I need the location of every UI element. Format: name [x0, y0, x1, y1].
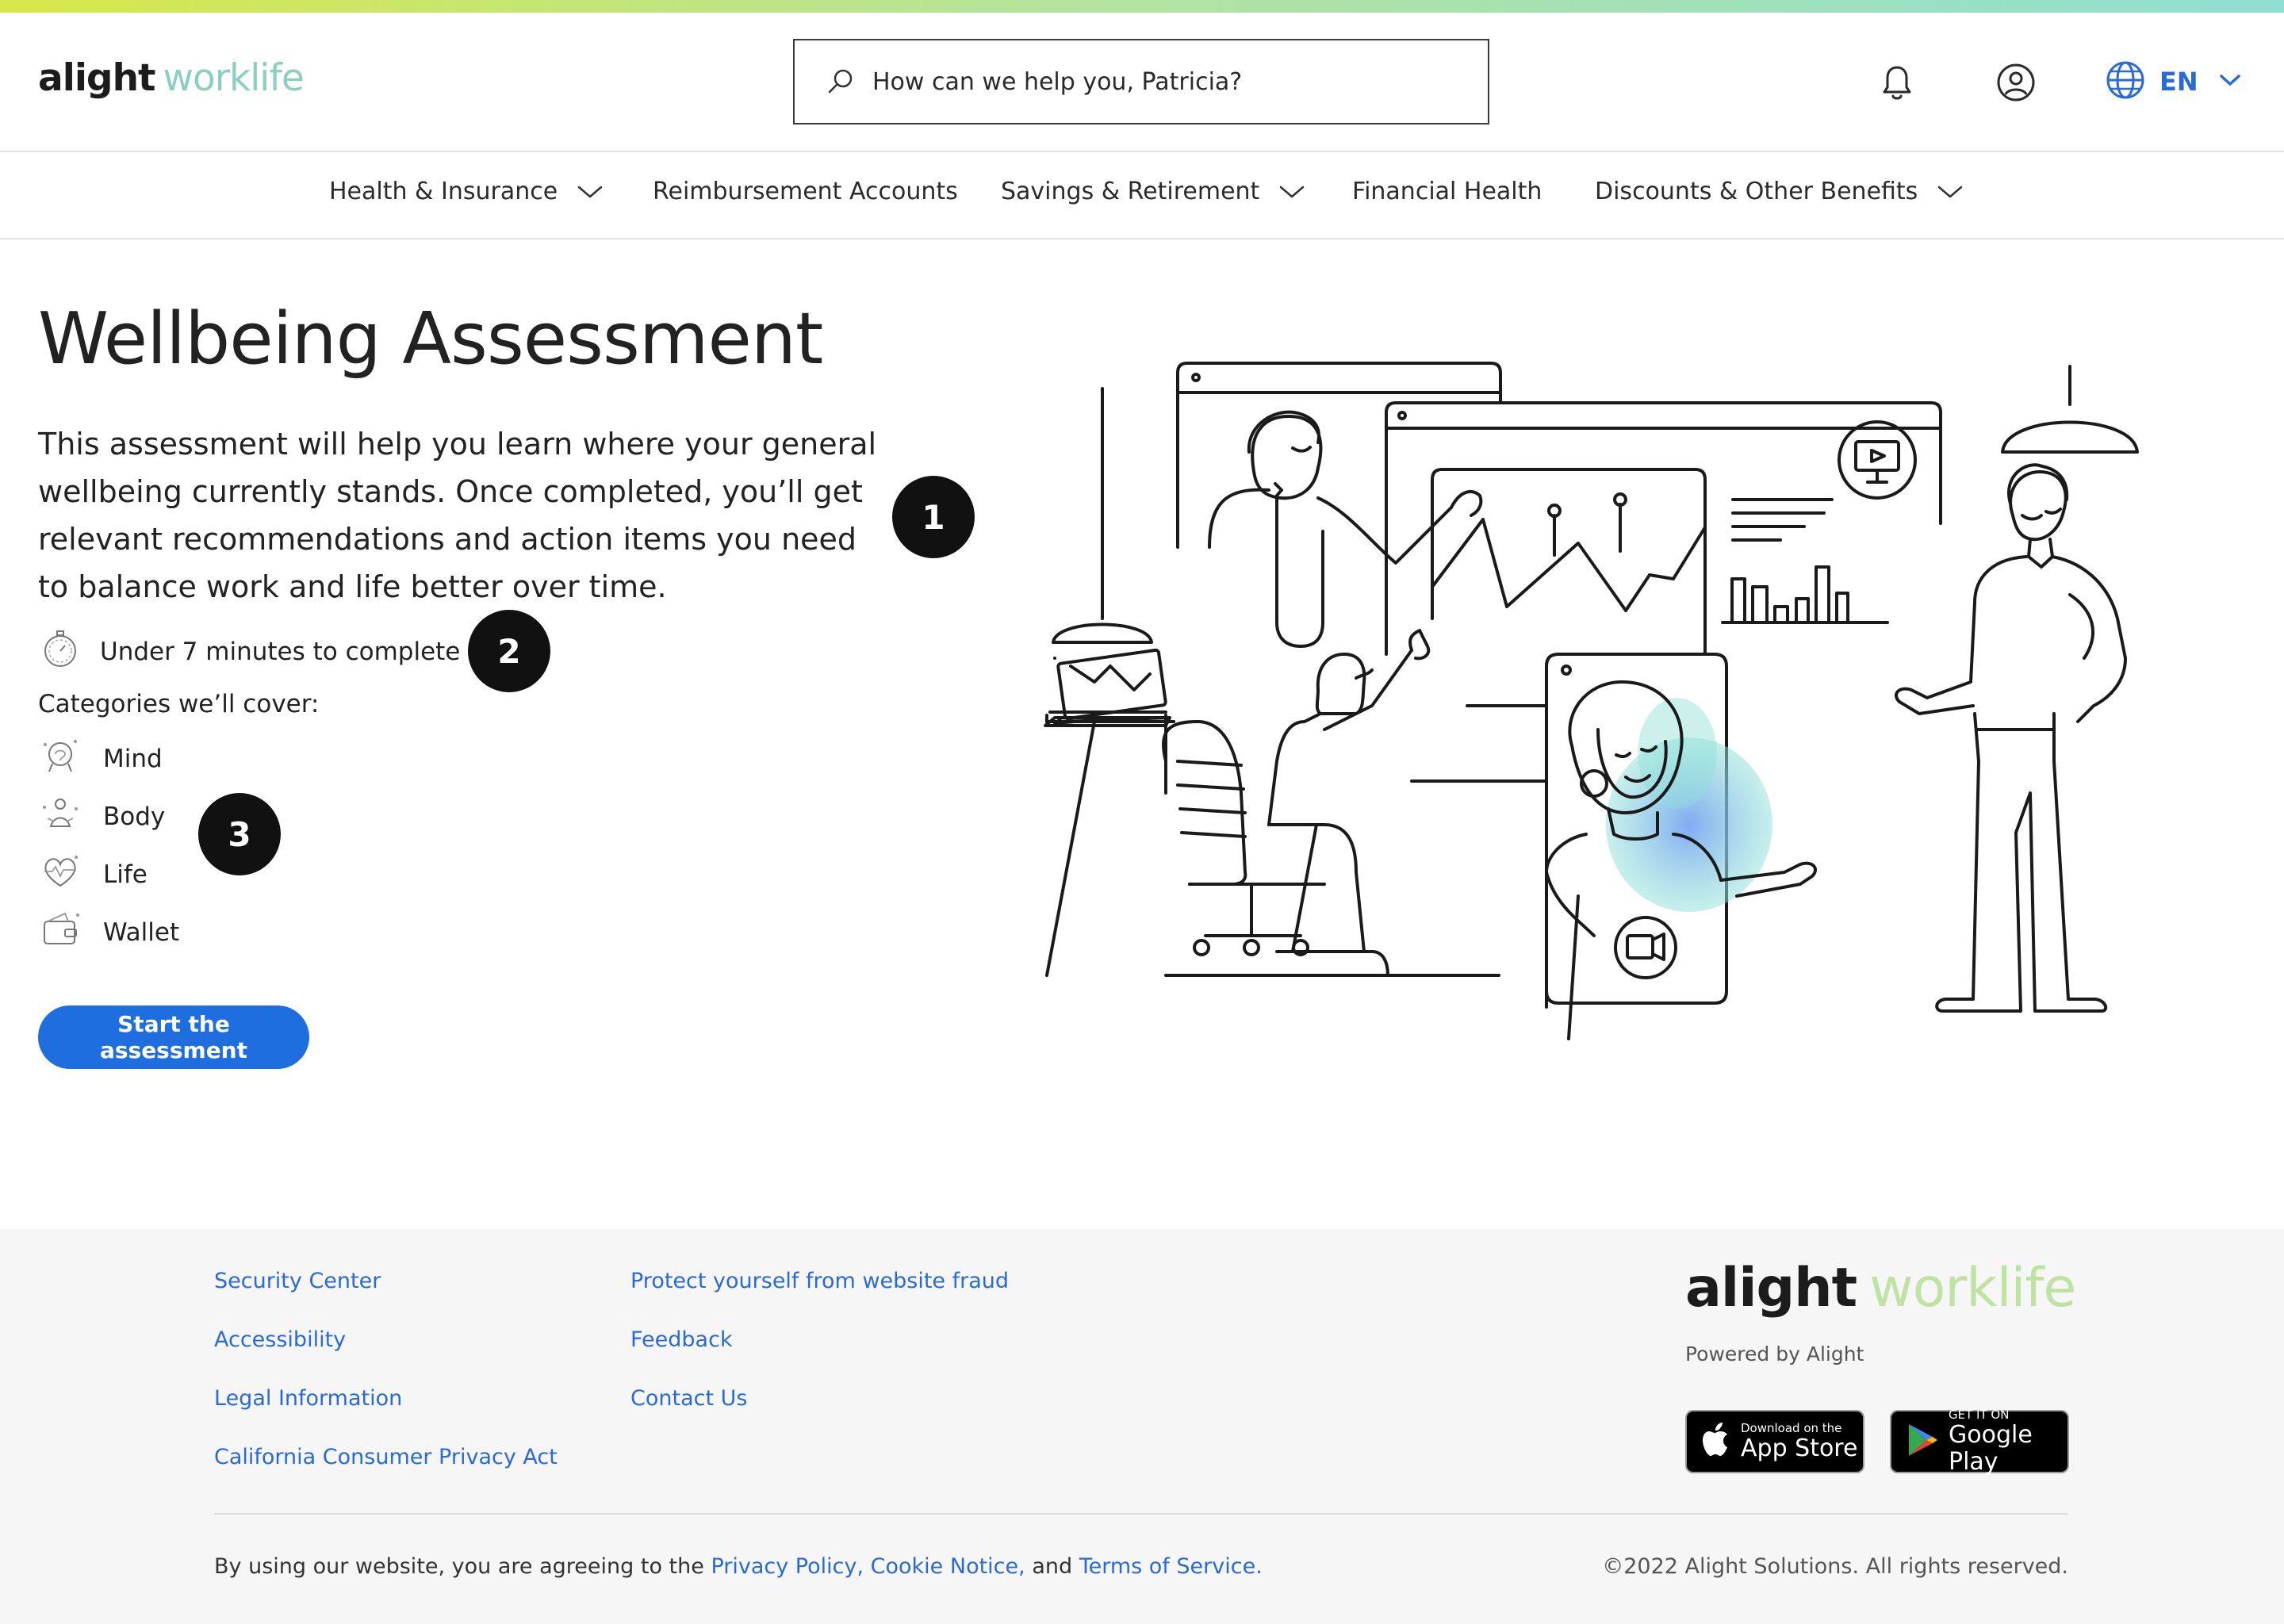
wallet-icon [38, 907, 82, 958]
stopwatch-icon [38, 626, 82, 677]
category-label: Mind [103, 745, 163, 773]
nav-label: Health & Insurance [329, 178, 558, 205]
body-icon [38, 791, 82, 842]
copyright-text: ©2022 Alight Solutions. All rights reser… [1602, 1554, 2068, 1579]
google-play-small-text: GET IT ON [1949, 1408, 2010, 1422]
user-account-icon[interactable] [1995, 60, 2037, 105]
chevron-down-icon [1938, 186, 1963, 197]
google-play-big-text: Google Play [1949, 1421, 2033, 1476]
bell-icon[interactable] [1876, 60, 1918, 105]
google-play-icon [1907, 1423, 1939, 1461]
footer-logo-worklife: worklife [1869, 1257, 2076, 1320]
language-label: EN [2159, 67, 2198, 97]
duration-text: Under 7 minutes to complete [100, 638, 461, 666]
chevron-down-icon [577, 186, 603, 197]
language-selector[interactable]: EN [2106, 59, 2241, 104]
app-store-small-text: Download on the [1741, 1421, 1842, 1435]
duration-info: Under 7 minutes to complete [38, 626, 460, 677]
chevron-down-icon [1280, 186, 1305, 197]
nav-item-savings-retirement[interactable]: Savings & Retirement [1001, 178, 1305, 205]
header: alight worklife How can we help you, Patr… [0, 13, 2284, 152]
logo-text-worklife: worklife [163, 56, 305, 100]
top-gradient-bar [0, 0, 2284, 13]
nav-label: Savings & Retirement [1001, 178, 1260, 205]
legal-and-text: and [1032, 1554, 1073, 1579]
search-input[interactable]: How can we help you, Patricia? [793, 39, 1489, 124]
nav-label: Discounts & Other Benefits [1595, 178, 1918, 205]
nav-label: Financial Health [1352, 178, 1542, 205]
footer-link-security-center[interactable]: Security Center [214, 1269, 381, 1293]
nav-label: Reimbursement Accounts [653, 178, 958, 205]
category-body: Body [38, 791, 165, 842]
nav-item-discounts-other-benefits[interactable]: Discounts & Other Benefits [1595, 178, 1964, 205]
footer-link-contact-us[interactable]: Contact Us [630, 1386, 747, 1411]
nav-item-health-insurance[interactable]: Health & Insurance [329, 178, 604, 205]
globe-icon [2106, 60, 2145, 103]
life-icon [38, 849, 82, 900]
footer-logo-alight: alight [1685, 1257, 1857, 1320]
footer-link-legal-information[interactable]: Legal Information [214, 1386, 402, 1411]
footer-link-feedback[interactable]: Feedback [630, 1327, 733, 1352]
page-title: Wellbeing Assessment [38, 297, 823, 381]
terms-of-service-link[interactable]: Terms of Service. [1079, 1554, 1263, 1579]
footer-divider [214, 1513, 2068, 1515]
mind-icon [38, 733, 82, 784]
legal-prefix-text: By using our website, you are agreeing t… [214, 1554, 704, 1579]
search-icon [826, 67, 855, 96]
annotation-marker-1: 1 [892, 476, 975, 558]
powered-by-text: Powered by Alight [1685, 1342, 1864, 1365]
main-nav: Health & Insurance Reimbursement Account… [0, 152, 2284, 239]
start-assessment-button[interactable]: Start the assessment [38, 1005, 309, 1069]
nav-item-reimbursement-accounts[interactable]: Reimbursement Accounts [653, 178, 958, 205]
category-label: Life [103, 860, 148, 889]
footer-logo: alight worklife [1685, 1257, 2076, 1320]
alight-worklife-logo[interactable]: alight worklife [38, 56, 305, 100]
footer-link-fraud-protection[interactable]: Protect yourself from website fraud [630, 1269, 1009, 1293]
category-mind: Mind [38, 733, 163, 784]
annotation-marker-2: 2 [468, 610, 550, 692]
footer-link-accessibility[interactable]: Accessibility [214, 1327, 346, 1352]
assessment-description: This assessment will help you learn wher… [38, 427, 877, 604]
category-label: Wallet [103, 918, 180, 947]
app-store-big-text: App Store [1741, 1434, 1858, 1462]
footer-link-ccpa[interactable]: California Consumer Privacy Act [214, 1445, 558, 1469]
logo-text-alight: alight [38, 56, 156, 100]
remote-work-illustration [1044, 362, 2139, 1040]
categories-label: Categories we’ll cover: [38, 690, 320, 718]
category-life: Life [38, 849, 148, 900]
nav-item-financial-health[interactable]: Financial Health [1352, 178, 1542, 205]
apple-icon [1703, 1423, 1731, 1461]
google-play-badge[interactable]: GET IT ON Google Play [1890, 1408, 2069, 1476]
search-placeholder: How can we help you, Patricia? [872, 67, 1243, 96]
annotation-marker-3: 3 [198, 793, 281, 875]
category-label: Body [103, 802, 166, 831]
legal-notice: By using our website, you are agreeing t… [214, 1554, 1263, 1579]
chevron-down-icon [2219, 73, 2241, 90]
cookie-notice-link[interactable]: Cookie Notice, [871, 1554, 1025, 1579]
category-wallet: Wallet [38, 907, 179, 958]
app-store-badge[interactable]: Download on the App Store [1685, 1410, 1864, 1473]
privacy-policy-link[interactable]: Privacy Policy, [711, 1554, 864, 1579]
